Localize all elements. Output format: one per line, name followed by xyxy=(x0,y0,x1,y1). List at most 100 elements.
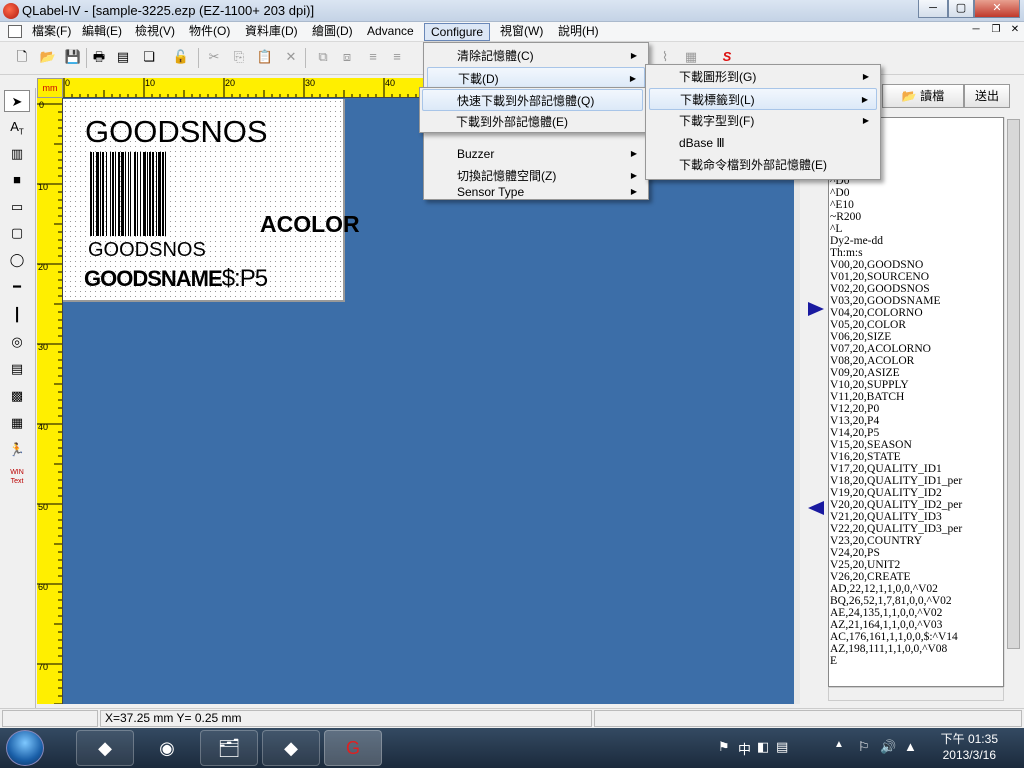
lock-icon[interactable]: 🔓 xyxy=(172,48,190,66)
bluestacks2-task-icon[interactable]: ◆ xyxy=(262,730,320,766)
vertical-line-tool-icon[interactable]: ┃ xyxy=(4,304,30,326)
read-file-button[interactable]: 📂 讀檔 xyxy=(882,84,964,108)
menu-item-clear-memory[interactable]: 清除記憶體(C) ▶ xyxy=(427,45,645,67)
menu-advance[interactable]: Advance xyxy=(361,23,420,41)
minimize-button[interactable]: ─ xyxy=(918,0,948,18)
network-icon[interactable]: ▲ xyxy=(904,739,917,754)
menu-item-label: Sensor Type xyxy=(457,185,525,199)
label-text-acolor[interactable]: ACOLOR xyxy=(260,211,360,238)
mdi-restore-icon[interactable]: ❐ xyxy=(988,24,1004,38)
explorer-task-icon[interactable]: 🗂 xyxy=(200,730,258,766)
align-center-icon[interactable]: ≡ xyxy=(388,48,406,66)
command-list-box[interactable]: ^D0 ^D0 ^E10 ~R200 ^L Dy2-me-dd Th:m:s V00,20,G… xyxy=(828,117,1004,687)
new-file-icon[interactable]: 🗋 xyxy=(13,48,31,66)
open-folder-icon[interactable]: 📂 xyxy=(39,48,57,66)
copy-icon[interactable]: ⎘ xyxy=(230,48,248,66)
menu-item-download-command-file[interactable]: 下載命令檔到外部記憶體(E) xyxy=(649,154,877,176)
menu-item-buzzer[interactable]: Buzzer ▶ xyxy=(427,143,645,165)
menu-database[interactable]: 資料庫(D) xyxy=(239,23,304,41)
command-list-scrollbar[interactable] xyxy=(1004,117,1021,687)
ime-settings-icon[interactable]: ▤ xyxy=(776,739,788,755)
datamatrix-tool-icon[interactable]: ▩ xyxy=(4,385,30,407)
label-text-goodsnos[interactable]: GOODSNOS xyxy=(85,114,268,150)
ruler-top-label: 0 xyxy=(65,78,71,88)
document-icon[interactable] xyxy=(8,25,22,38)
ime-mode-icon[interactable]: ◧ xyxy=(757,739,769,755)
menu-item-download-label[interactable]: 下載標籤到(L) ▶ xyxy=(649,88,877,110)
toolbar-separator xyxy=(198,48,199,68)
maxicode-tool-icon[interactable]: ◎ xyxy=(4,331,30,353)
menu-draw[interactable]: 繪圖(D) xyxy=(306,23,359,41)
close-button[interactable]: ✕ xyxy=(974,0,1020,18)
chrome-task-icon[interactable]: ◉ xyxy=(138,730,196,766)
ellipse-tool-icon[interactable]: ◯ xyxy=(4,249,30,271)
menu-item-sensor-type[interactable]: Sensor Type ▶ xyxy=(427,185,645,199)
qlabel-task-icon[interactable]: G xyxy=(324,730,382,766)
horizontal-line-tool-icon[interactable]: ━ xyxy=(4,276,30,298)
menu-configure[interactable]: Configure xyxy=(424,23,491,41)
pointer-tool-icon[interactable]: ➤ xyxy=(4,90,30,112)
ruler-left-label: 50 xyxy=(38,502,49,512)
align-left-icon[interactable]: ≡ xyxy=(364,48,382,66)
tray-expand-icon[interactable]: ▲ xyxy=(834,739,844,750)
menu-help[interactable]: 說明(H) xyxy=(552,23,605,41)
send-button[interactable]: 送出 xyxy=(964,84,1010,108)
command-list-hscrollbar[interactable] xyxy=(828,687,1004,701)
running-man-tool-icon[interactable]: 🏃 xyxy=(4,439,30,461)
menu-item-download-graphics[interactable]: 下載圖形到(G) ▶ xyxy=(649,66,877,88)
menu-item-dbase[interactable]: dBase Ⅲ xyxy=(649,132,877,154)
command-line: V24,20,PS xyxy=(830,547,880,559)
menu-view[interactable]: 檢視(V) xyxy=(129,23,181,41)
label-text-goodsname[interactable]: GOODSNAME$:P5 xyxy=(84,265,268,293)
rounded-rect-tool-icon[interactable]: ▢ xyxy=(4,222,30,244)
command-line: AC,176,161,1,1,0,0,$:^V14 xyxy=(830,631,958,643)
clock[interactable]: 下午 01:35 2013/3/16 xyxy=(941,731,998,763)
menu-item-switch-memory[interactable]: 切換記憶體空間(Z) ▶ xyxy=(427,165,645,187)
menu-edit[interactable]: 編輯(E) xyxy=(76,23,128,41)
command-line: V20,20,QUALITY_ID2_per xyxy=(830,499,963,511)
start-button[interactable] xyxy=(6,730,44,766)
ruler-left-label: 20 xyxy=(38,262,49,272)
mdi-close-icon[interactable]: ✕ xyxy=(1007,24,1023,38)
group-icon[interactable]: ⧉ xyxy=(314,48,332,66)
command-line: AD,22,12,1,1,0,0,^V02 xyxy=(830,583,938,595)
copy-pages-icon[interactable]: ❏ xyxy=(140,48,158,66)
menu-item-download[interactable]: 下載(D) ▶ xyxy=(427,67,645,89)
app-icon[interactable] xyxy=(3,3,19,19)
label-text-goodsnos-small[interactable]: GOODSNOS xyxy=(88,239,206,262)
vertical-ruler: 0 10 20 30 40 50 60 70 xyxy=(37,98,63,704)
command-line: ^E10 xyxy=(830,199,854,211)
barcode-tool-icon[interactable]: ▥ xyxy=(4,143,30,165)
paste-icon[interactable]: 📋 xyxy=(256,48,274,66)
external-memory-menu: 快速下載到外部記憶體(Q) 下載到外部記憶體(E) xyxy=(419,87,646,133)
qrcode-tool-icon[interactable]: ▦ xyxy=(4,412,30,434)
menu-item-quick-download-external[interactable]: 快速下載到外部記憶體(Q) xyxy=(422,89,643,111)
ime-indicator[interactable]: 中 xyxy=(738,739,751,758)
pdf417-tool-icon[interactable]: ▤ xyxy=(4,358,30,380)
tray-flag-icon[interactable]: ⚑ xyxy=(718,739,730,755)
menu-object[interactable]: 物件(O) xyxy=(183,23,236,41)
read-file-label: 讀檔 xyxy=(920,89,945,103)
volume-icon[interactable]: 🔊 xyxy=(880,739,896,755)
filled-rect-tool-icon[interactable]: ■ xyxy=(4,169,30,191)
menu-item-download-font[interactable]: 下載字型到(F) ▶ xyxy=(649,110,877,132)
label-barcode[interactable] xyxy=(90,152,236,236)
scroll-thumb[interactable] xyxy=(1007,119,1020,649)
menu-item-download-external[interactable]: 下載到外部記憶體(E) xyxy=(422,111,643,133)
status-pane-empty xyxy=(2,710,98,727)
win-text-tool-icon[interactable]: WIN Text xyxy=(4,468,30,490)
print-icon[interactable]: 🖶 xyxy=(90,48,108,66)
delete-icon[interactable]: ✕ xyxy=(282,48,300,66)
print-preview-icon[interactable]: ▤ xyxy=(114,48,132,66)
maximize-button[interactable]: ▢ xyxy=(948,0,974,18)
bluestacks-task-icon[interactable]: ◆ xyxy=(76,730,134,766)
action-center-icon[interactable]: ⚐ xyxy=(858,739,870,755)
text-tool-icon[interactable]: AT xyxy=(4,116,30,138)
save-icon[interactable]: 💾 xyxy=(64,48,82,66)
menu-window[interactable]: 視窗(W) xyxy=(494,23,549,41)
rectangle-tool-icon[interactable]: ▭ xyxy=(4,196,30,218)
menu-file[interactable]: 檔案(F) xyxy=(26,23,77,41)
ungroup-icon[interactable]: ⧈ xyxy=(338,48,356,66)
cut-icon[interactable]: ✂ xyxy=(205,48,223,66)
mdi-minimize-icon[interactable]: ─ xyxy=(968,24,984,38)
